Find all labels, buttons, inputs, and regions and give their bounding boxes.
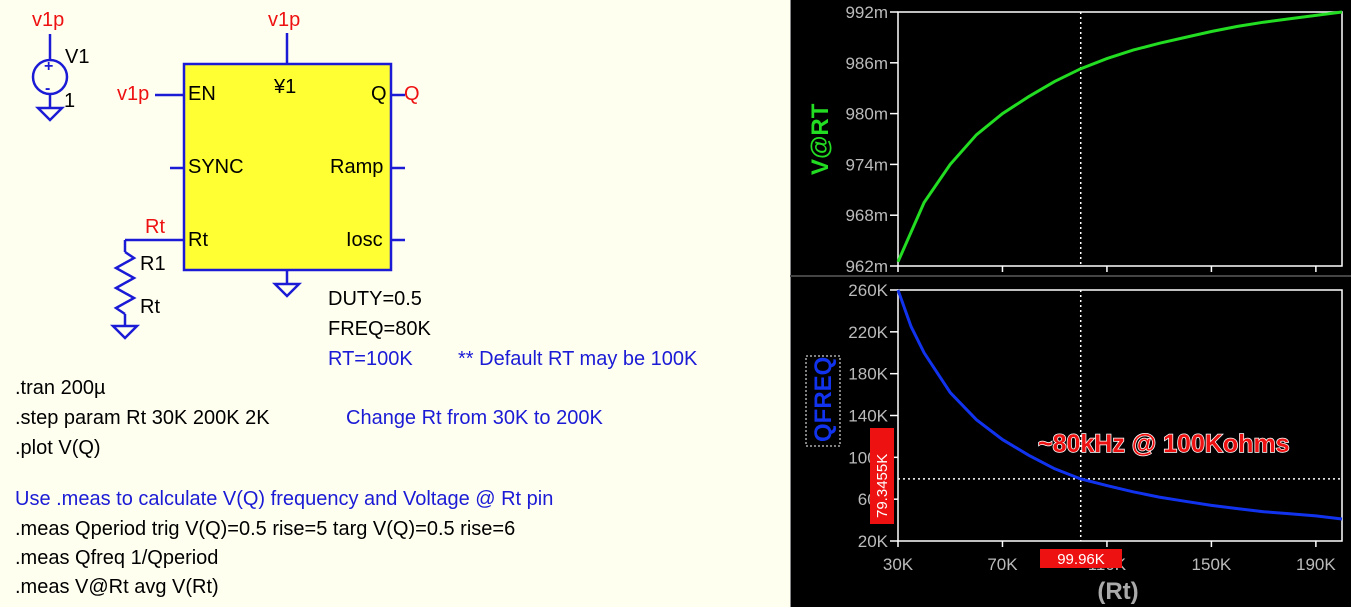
ic-ref-label[interactable]: ¥1 <box>274 76 296 99</box>
pin-ramp-label: Ramp <box>330 156 384 178</box>
x-tick-label: 30K <box>883 555 914 574</box>
lower-y-tick-label: 20K <box>858 532 889 551</box>
lower-y-axis-label[interactable]: QFREQ <box>810 357 837 442</box>
lower-plot-frame <box>897 289 1343 542</box>
upper-plot-frame <box>897 11 1343 267</box>
svg-text:+: + <box>44 58 53 75</box>
step-directive[interactable]: .step param Rt 30K 200K 2K <box>15 407 270 430</box>
lower-y-tick-label: 140K <box>848 407 888 426</box>
net-label-ic-top[interactable]: v1p <box>268 9 300 32</box>
net-label-q[interactable]: Q <box>404 83 420 106</box>
step-comment[interactable]: Change Rt from 30K to 200K <box>346 407 603 430</box>
schematic-canvas[interactable]: + - v1p V1 1 v1p v1p Q ¥1 EN Q SYNC Ramp… <box>0 0 790 607</box>
ic-param-duty[interactable]: DUTY=0.5 <box>328 288 422 311</box>
ic-param-rt[interactable]: RT=100K <box>328 348 413 371</box>
resistor-ref-label[interactable]: R1 <box>140 253 166 276</box>
ground-icon <box>34 106 66 122</box>
pin-iosc-label: Iosc <box>346 229 383 251</box>
lower-y-tick-label: 260K <box>848 281 888 300</box>
meas-qperiod-directive[interactable]: .meas Qperiod trig V(Q)=0.5 rise=5 targ … <box>15 518 515 541</box>
net-label-v1p[interactable]: v1p <box>32 9 64 32</box>
x-axis-label: (Rt) <box>1097 578 1138 605</box>
source-ref-label[interactable]: V1 <box>65 46 89 69</box>
upper-y-tick-label: 962m <box>845 257 888 276</box>
upper-y-tick-label: 986m <box>845 54 888 73</box>
x-tick-label: 150K <box>1192 555 1232 574</box>
meas-vrt-directive[interactable]: .meas V@Rt avg V(Rt) <box>15 576 219 599</box>
pin-q-label: Q <box>371 83 387 105</box>
source-value-label[interactable]: 1 <box>64 90 75 113</box>
plot-directive[interactable]: .plot V(Q) <box>15 437 101 460</box>
lower-y-tick-label: 220K <box>848 323 888 342</box>
upper-y-tick-label: 992m <box>845 3 888 22</box>
pin-en-label: EN <box>188 83 216 105</box>
ic-param-freq[interactable]: FREQ=80K <box>328 318 431 341</box>
cursor-y-readout: 79.3455K <box>874 454 891 518</box>
rt-comment[interactable]: ** Default RT may be 100K <box>458 348 697 371</box>
cursor-x-readout: 99.96K <box>1057 551 1105 568</box>
frequency-annotation: ~80kHz @ 100Kohms <box>1038 430 1290 458</box>
x-tick-label: 70K <box>987 555 1018 574</box>
upper-y-tick-label: 968m <box>845 206 888 225</box>
qfreq-trace <box>896 289 1343 521</box>
v-at-rt-trace <box>896 10 1343 263</box>
upper-y-tick-label: 980m <box>845 105 888 124</box>
meas-comment[interactable]: Use .meas to calculate V(Q) frequency an… <box>15 488 553 511</box>
resistor-symbol <box>113 250 137 316</box>
upper-y-tick-label: 974m <box>845 155 888 174</box>
ground-icon <box>271 282 303 298</box>
waveform-viewer[interactable]: 992m 986m 980m 974m 968m 962m 260K 220K 180K 140… <box>790 0 1351 607</box>
waveform-plot[interactable]: 992m 986m 980m 974m 968m 962m 260K 220K 180K 140… <box>790 0 1351 607</box>
x-tick-label: 190K <box>1296 555 1336 574</box>
net-label-rt[interactable]: Rt <box>145 216 165 239</box>
pin-sync-label: SYNC <box>188 156 244 178</box>
tran-directive[interactable]: .tran 200µ <box>15 377 105 400</box>
upper-y-axis-label[interactable]: V@RT <box>807 103 834 175</box>
resistor-value-label[interactable]: Rt <box>140 296 160 319</box>
meas-qfreq-directive[interactable]: .meas Qfreq 1/Qperiod <box>15 547 218 570</box>
pin-rt-label: Rt <box>188 229 208 251</box>
ground-icon <box>109 324 141 340</box>
net-label-ic-en[interactable]: v1p <box>117 83 149 106</box>
lower-y-tick-label: 180K <box>848 365 888 384</box>
